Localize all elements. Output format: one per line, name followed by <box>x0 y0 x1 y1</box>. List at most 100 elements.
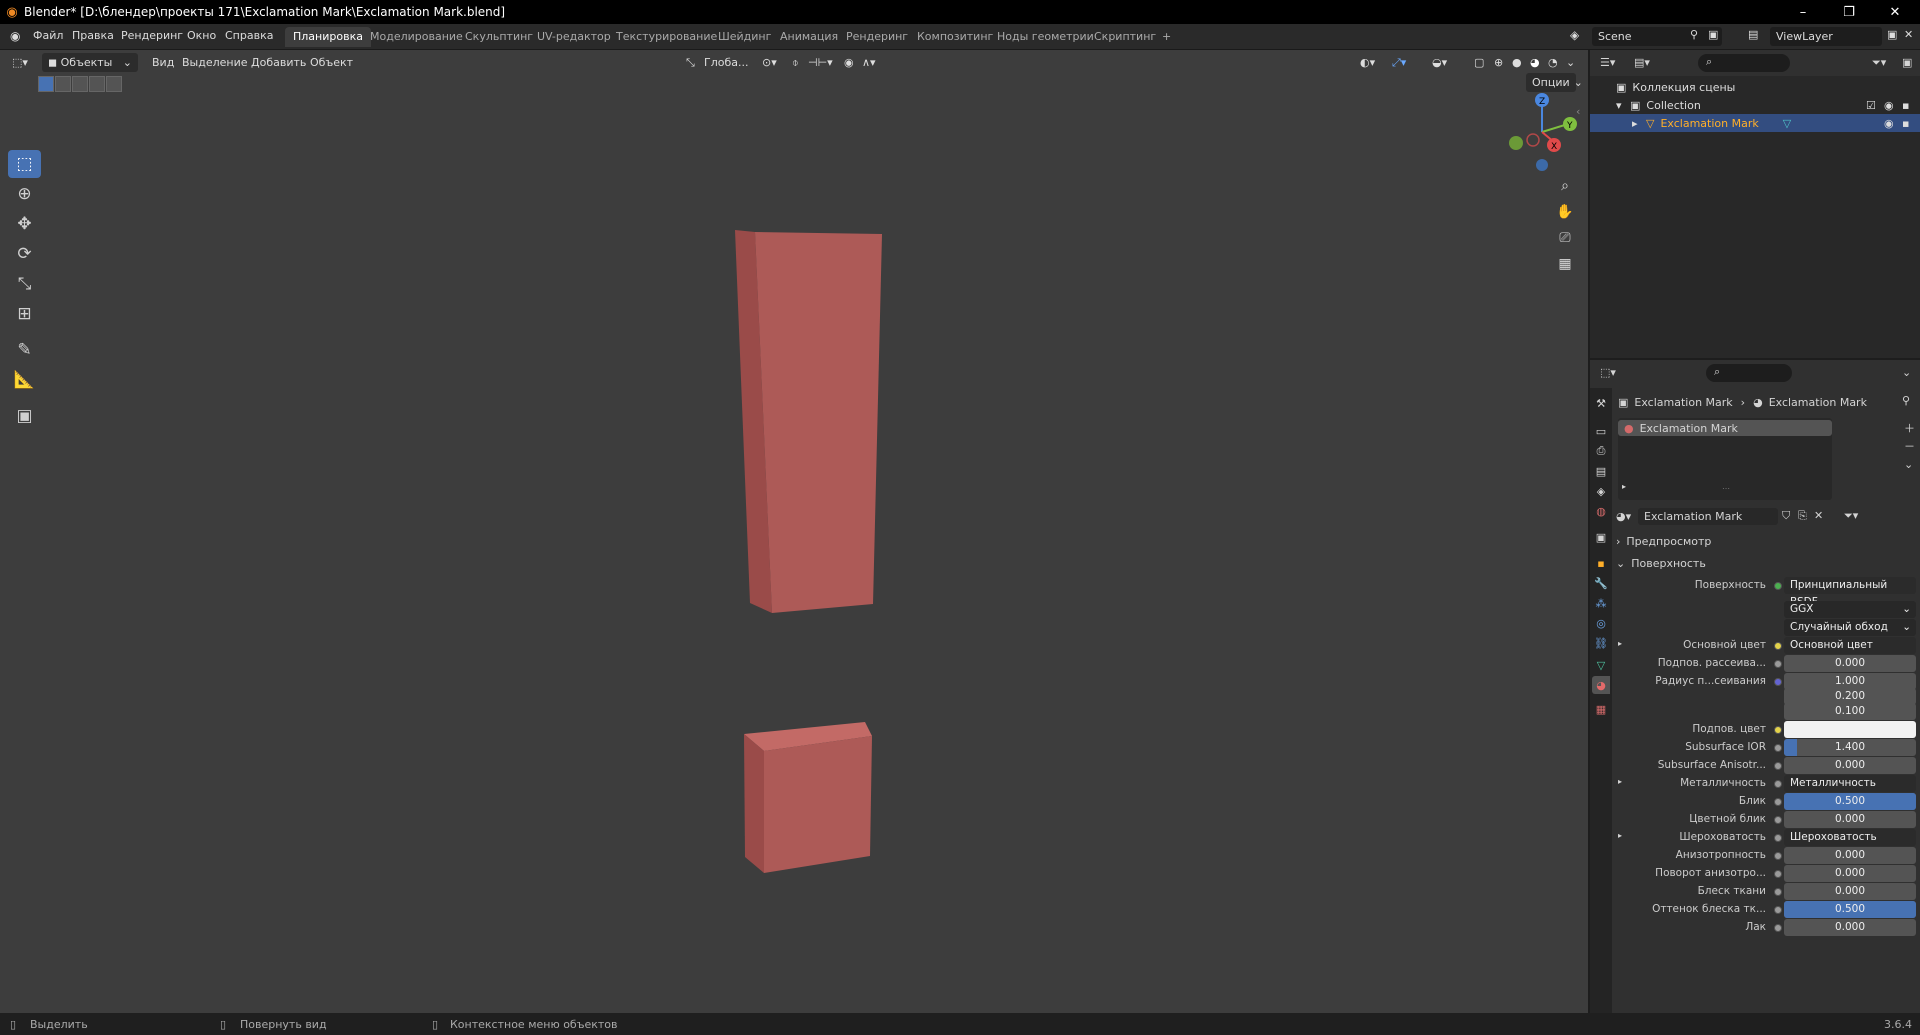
tab-geometry-nodes[interactable]: Ноды геометрии <box>989 27 1102 47</box>
number-field[interactable]: 0.000 <box>1784 883 1916 900</box>
number-field[interactable]: 0.100 <box>1784 703 1916 720</box>
rendered-shading-icon[interactable]: ◔ <box>1548 56 1558 69</box>
constraints-tab-icon[interactable]: ⛓ <box>1592 634 1610 652</box>
new-view-layer-icon[interactable]: ▣ <box>1887 28 1897 41</box>
xray-icon[interactable]: ▢ <box>1474 56 1484 69</box>
expand-icon[interactable]: ▾ <box>1616 99 1630 112</box>
outliner-object-row[interactable]: ▸ ▽ Exclamation Mark ▽ ◉ ▪ <box>1590 114 1920 132</box>
number-field[interactable]: 0.000 <box>1784 655 1916 672</box>
dropdown-field[interactable]: Случайный обход ⌄ <box>1784 619 1916 636</box>
socket-dot-icon[interactable] <box>1774 906 1782 914</box>
color-swatch[interactable] <box>1784 721 1916 738</box>
object-tab-icon[interactable]: ▪ <box>1592 554 1610 572</box>
socket-dot-icon[interactable] <box>1774 852 1782 860</box>
close-button[interactable]: ✕ <box>1872 0 1918 24</box>
add-slot-icon[interactable]: ＋ <box>1904 420 1915 436</box>
linked-input-field[interactable]: Основной цвет <box>1784 637 1916 654</box>
pin-icon[interactable]: ⚲ <box>1690 28 1698 41</box>
falloff-icon[interactable]: ∧▾ <box>862 56 876 69</box>
editor-type-icon[interactable]: ⬚▾ <box>12 56 28 69</box>
expand-icon[interactable]: ▸ <box>1622 482 1626 491</box>
measure-tool-icon[interactable]: 📐 <box>8 366 41 394</box>
material-filter-icon[interactable]: ⏷▾ <box>1844 509 1858 523</box>
chevron-down-icon[interactable]: ⌄ <box>1904 458 1913 471</box>
exclamation-mark-object[interactable] <box>720 220 900 900</box>
linked-input-field[interactable]: Шероховатость <box>1784 829 1916 846</box>
tab-texture-paint[interactable]: Текстурирование <box>608 27 725 47</box>
material-slot[interactable]: ● Exclamation Mark <box>1618 420 1832 436</box>
tab-shading[interactable]: Шейдинг <box>710 27 779 47</box>
linked-input-field[interactable]: Принципиальный BSDF <box>1784 577 1916 608</box>
new-scene-icon[interactable]: ▣ <box>1708 28 1718 41</box>
sidebar-toggle-icon[interactable]: ‹ <box>1576 105 1580 118</box>
tab-scripting[interactable]: Скриптинг <box>1086 27 1164 47</box>
rotate-tool-icon[interactable]: ⟳ <box>8 240 41 268</box>
view-layer-field[interactable]: ViewLayer <box>1770 27 1882 46</box>
menu-edit[interactable]: Правка <box>72 29 114 42</box>
menu-render[interactable]: Рендеринг <box>121 29 183 42</box>
expand-icon[interactable]: ▸ <box>1632 117 1646 130</box>
slider-field[interactable]: 0.500 <box>1784 793 1916 810</box>
world-tab-icon[interactable]: ◍ <box>1592 502 1610 520</box>
tab-rendering[interactable]: Рендеринг <box>838 27 916 47</box>
shading-options-icon[interactable]: ⌄ <box>1566 56 1575 69</box>
socket-dot-icon[interactable] <box>1774 744 1782 752</box>
particles-tab-icon[interactable]: ⁂ <box>1592 594 1610 612</box>
scene-icon[interactable]: ◈ <box>1570 28 1579 42</box>
unlink-material-icon[interactable]: ✕ <box>1814 509 1823 522</box>
remove-view-layer-icon[interactable]: ✕ <box>1904 28 1913 41</box>
expand-icon[interactable]: ▸ <box>1618 639 1622 648</box>
minimize-button[interactable]: – <box>1780 0 1826 24</box>
socket-dot-icon[interactable] <box>1774 780 1782 788</box>
outliner-collection[interactable]: ▾ ▣ Collection ☑ ◉ ▪ <box>1590 96 1920 114</box>
material-browse-icon[interactable]: ◕▾ <box>1616 510 1631 523</box>
zoom-icon[interactable]: ⌕ <box>1553 174 1577 198</box>
menu-select[interactable]: Выделение <box>182 56 248 69</box>
output-tab-icon[interactable]: ⎙ <box>1592 442 1610 460</box>
tab-animation[interactable]: Анимация <box>772 27 846 47</box>
mode-dropdown[interactable]: ◼ Объекты ⌄ <box>42 53 138 72</box>
wireframe-shading-icon[interactable]: ⊕ <box>1494 56 1503 69</box>
snap-target-icon[interactable]: ⊣⊢▾ <box>808 56 833 69</box>
filter-icon[interactable]: ⏷▾ <box>1872 56 1886 70</box>
eye-icon[interactable]: ◉ <box>1884 99 1894 112</box>
select-invert-icon[interactable] <box>89 76 105 92</box>
select-new-icon[interactable] <box>38 76 54 92</box>
socket-dot-icon[interactable] <box>1774 870 1782 878</box>
orientation-icon[interactable]: ⤡ <box>686 56 695 70</box>
duplicate-material-icon[interactable]: ⎘ <box>1798 509 1807 523</box>
3d-viewport[interactable]: ⬚▾ ◼ Объекты ⌄ Вид Выделение Добавить Об… <box>0 50 1588 1013</box>
linked-input-field[interactable]: Металличность <box>1784 775 1916 792</box>
menu-add[interactable]: Добавить <box>251 56 306 69</box>
collection-tab-icon[interactable]: ▣ <box>1592 528 1610 546</box>
camera-icon[interactable]: ▪ <box>1902 117 1909 130</box>
modifier-tab-icon[interactable]: 🔧 <box>1592 574 1610 592</box>
socket-dot-icon[interactable] <box>1774 660 1782 668</box>
editor-type-icon[interactable]: ☰▾ <box>1600 56 1615 69</box>
menu-object[interactable]: Объект <box>310 56 353 69</box>
checkbox-icon[interactable]: ☑ <box>1866 99 1876 112</box>
visibility-icon[interactable]: ◐▾ <box>1360 56 1375 69</box>
orientation-dropdown[interactable]: Глоба... <box>704 56 748 69</box>
texture-tab-icon[interactable]: ▦ <box>1592 700 1610 718</box>
panel-surface-header[interactable]: ⌄ Поверхность <box>1616 554 1916 572</box>
camera-icon[interactable]: ▪ <box>1902 99 1909 112</box>
remove-slot-icon[interactable]: － <box>1904 438 1915 454</box>
view-layer-icon[interactable]: ▤ <box>1748 28 1758 41</box>
transform-tool-icon[interactable]: ⊞ <box>8 300 41 328</box>
expand-icon[interactable]: ▸ <box>1618 831 1622 840</box>
data-tab-icon[interactable]: ▽ <box>1592 656 1610 674</box>
new-collection-icon[interactable]: ▣ <box>1902 56 1912 69</box>
slider-field[interactable]: 0.500 <box>1784 901 1916 918</box>
socket-dot-icon[interactable] <box>1774 924 1782 932</box>
perspective-grid-icon[interactable]: ▦ <box>1553 252 1577 276</box>
pin-icon[interactable]: ⚲ <box>1902 394 1910 407</box>
overlay-icon[interactable]: ◒▾ <box>1432 56 1447 69</box>
solid-shading-icon[interactable]: ● <box>1512 56 1522 69</box>
slider-field[interactable]: 1.400 <box>1784 739 1916 756</box>
scene-field[interactable]: Scene <box>1592 27 1722 46</box>
resize-handle-icon[interactable]: ⋯ <box>1722 484 1730 493</box>
socket-dot-icon[interactable] <box>1774 762 1782 770</box>
view-layer-tab-icon[interactable]: ▤ <box>1592 462 1610 480</box>
panel-preview-header[interactable]: › Предпросмотр <box>1616 532 1916 550</box>
